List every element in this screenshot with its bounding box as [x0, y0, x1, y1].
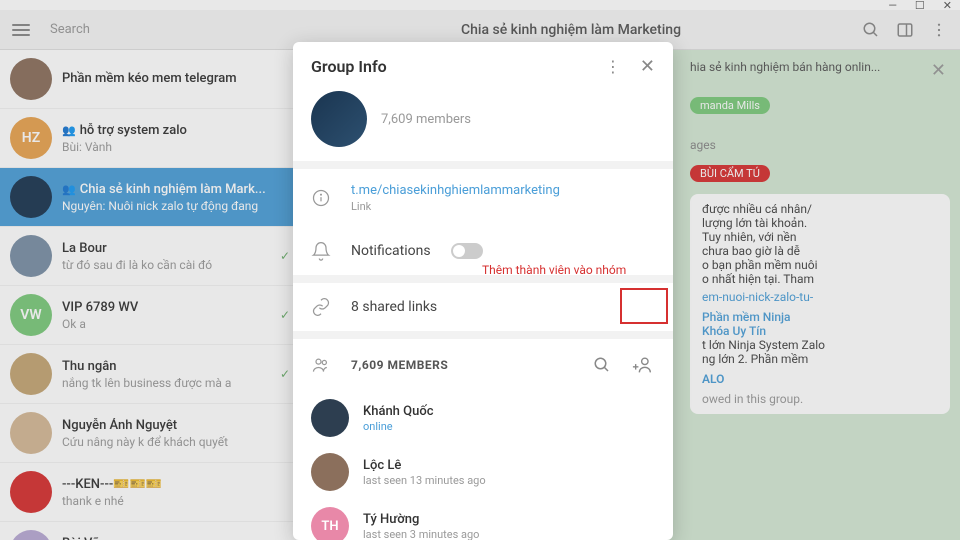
members-count-label: 7,609 MEMBERS [351, 358, 573, 372]
info-icon [311, 188, 331, 208]
shared-links-row[interactable]: 8 shared links [293, 283, 673, 331]
search-members-icon[interactable] [593, 356, 611, 374]
member-status: last seen 3 minutes ago [363, 528, 655, 540]
notifications-label: Notifications [351, 243, 431, 259]
member-name: Tý Hường [363, 512, 655, 527]
group-info-modal: Group Info ⋮ ✕ 7,609 members t.me/chiase… [293, 42, 673, 540]
link-label: Link [351, 200, 655, 213]
bell-icon [311, 241, 331, 261]
add-member-button[interactable] [631, 353, 655, 377]
members-icon [311, 355, 331, 375]
member-row[interactable]: Khánh Quốconline [293, 391, 673, 445]
member-avatar: TH [311, 507, 349, 540]
close-modal-icon[interactable]: ✕ [640, 56, 655, 77]
link-icon [311, 297, 331, 317]
group-avatar[interactable] [311, 91, 367, 147]
member-row[interactable]: TH Tý Hườnglast seen 3 minutes ago [293, 499, 673, 540]
more-options-icon[interactable]: ⋮ [605, 57, 622, 76]
member-name: Khánh Quốc [363, 404, 655, 419]
member-status: last seen 13 minutes ago [363, 474, 655, 487]
member-row[interactable]: Lộc Lêlast seen 13 minutes ago [293, 445, 673, 499]
shared-links-label: 8 shared links [351, 299, 437, 315]
member-count: 7,609 members [381, 112, 471, 127]
member-avatar [311, 453, 349, 491]
notifications-toggle[interactable] [451, 243, 483, 259]
group-link: t.me/chiasekinhghiemlammarketing [351, 183, 655, 198]
member-status: online [363, 420, 655, 433]
member-avatar [311, 399, 349, 437]
member-name: Lộc Lê [363, 458, 655, 473]
modal-title: Group Info [311, 57, 387, 76]
annotation-text: Thêm thành viên vào nhóm [482, 263, 626, 277]
group-link-row[interactable]: t.me/chiasekinhghiemlammarketing Link [293, 169, 673, 227]
